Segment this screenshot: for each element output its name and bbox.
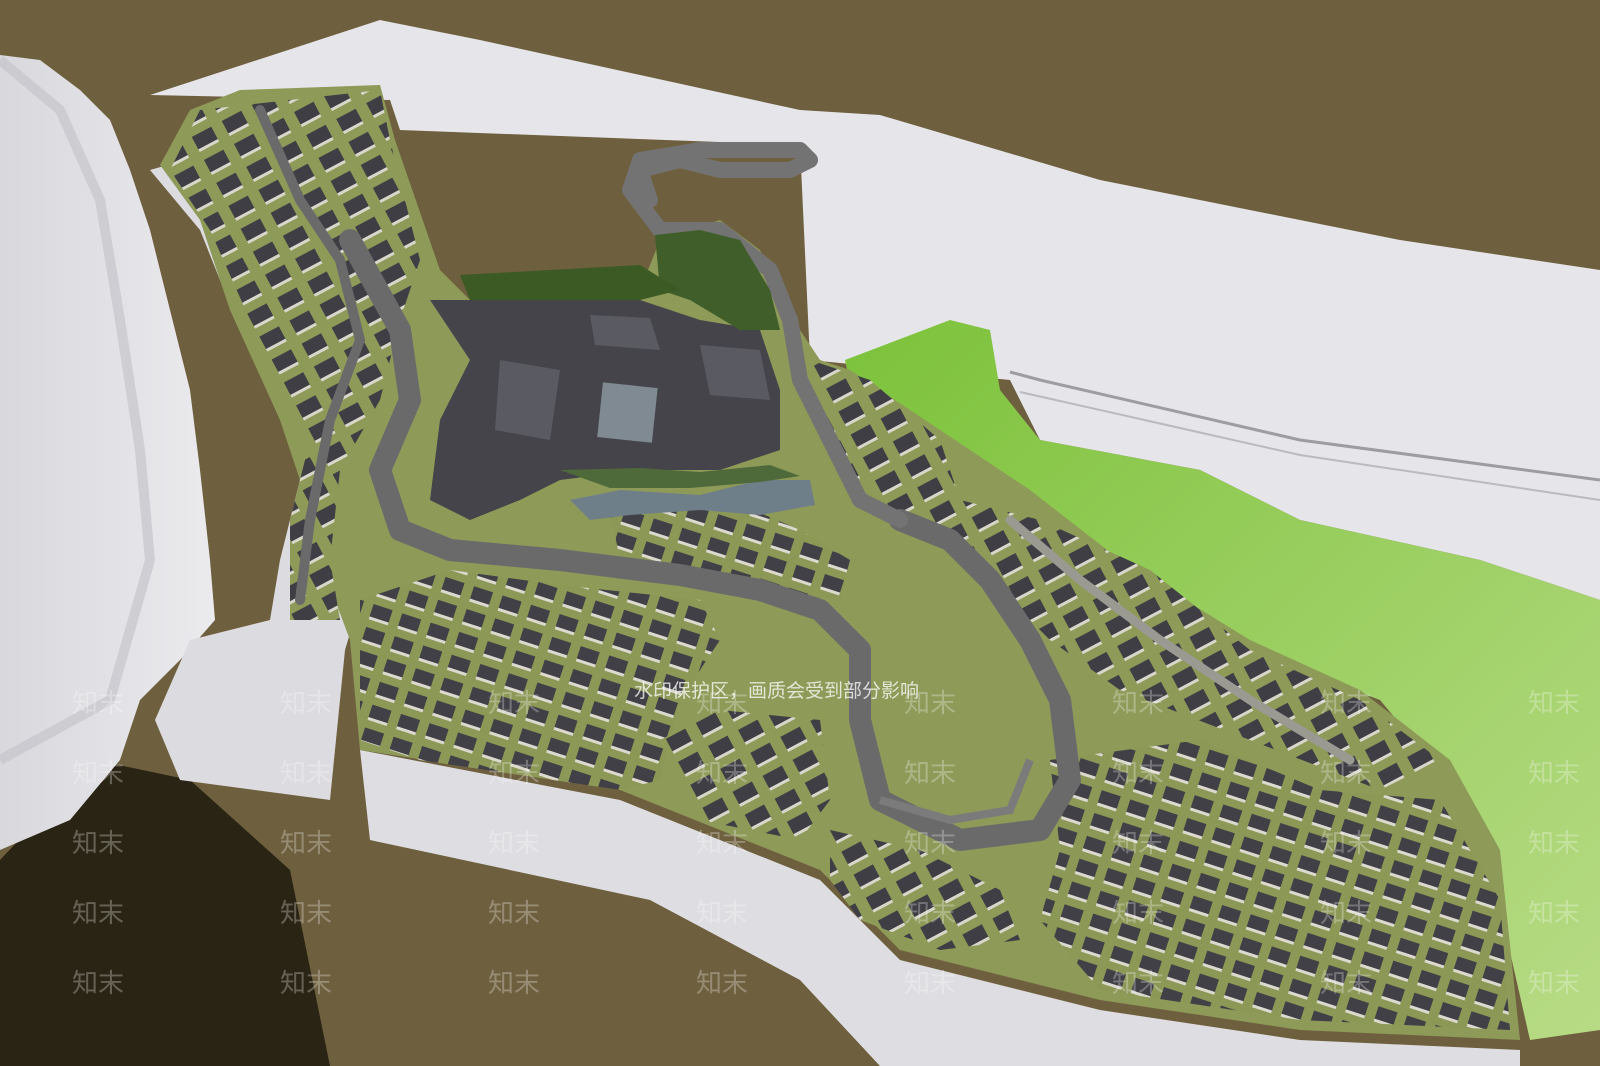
watermark-brand: 知末 <box>696 759 748 789</box>
watermark-brand: 知末 <box>72 899 124 929</box>
watermark-brand: 知末 <box>904 689 956 719</box>
watermark-brand: 知末 <box>1320 759 1372 789</box>
watermark-brand: 知末 <box>1112 969 1164 999</box>
watermark-brand: 知末 <box>904 759 956 789</box>
watermark-brand: 知末 <box>1320 829 1372 859</box>
watermark-brand: 知末 <box>1528 899 1580 929</box>
watermark-brand: 知末 <box>280 899 332 929</box>
watermark-brand: 知末 <box>1320 899 1372 929</box>
watermark-brand: 知末 <box>280 689 332 719</box>
watermark-brand: 知末 <box>280 759 332 789</box>
watermark-brand: 知末 <box>904 829 956 859</box>
watermark-brand: 知末 <box>1528 829 1580 859</box>
watermark-brand: 知末 <box>488 689 540 719</box>
watermark-brand: 知末 <box>1112 689 1164 719</box>
watermark-banner: 水印保护区，画质会受到部分影响 <box>634 680 919 702</box>
watermark-brand: 知末 <box>1112 759 1164 789</box>
watermark-brand: 知末 <box>696 829 748 859</box>
watermark-brand: 知末 <box>488 969 540 999</box>
watermark-notice: 水印保护区，画质会受到部分影响 <box>634 680 919 702</box>
watermark-brand: 知末 <box>696 969 748 999</box>
aerial-site-render: 水印保护区，画质会受到部分影响 知末 知末 知末 知末 知末 知末 知末 知末知末 知末 知末 知末… <box>0 0 1600 1066</box>
watermark-brand: 知末 <box>1528 689 1580 719</box>
watermark-brand: 知末 <box>1112 829 1164 859</box>
watermark-brand: 知末 <box>280 969 332 999</box>
watermark-brand: 知末 <box>488 759 540 789</box>
watermark-brand: 知末 <box>72 829 124 859</box>
watermark-brand: 知末 <box>1320 969 1372 999</box>
clubhouse-courtyard-glass <box>597 382 658 443</box>
watermark-brand: 知末 <box>1528 759 1580 789</box>
watermark-brand: 知末 <box>72 759 124 789</box>
watermark-brand: 知末 <box>904 899 956 929</box>
watermark-brand: 知末 <box>488 899 540 929</box>
watermark-brand: 知末 <box>280 829 332 859</box>
watermark-brand: 知末 <box>1320 689 1372 719</box>
watermark-brand: 知末 <box>696 899 748 929</box>
watermark-brand: 知末 <box>904 969 956 999</box>
watermark-brand: 知末 <box>72 969 124 999</box>
watermark-brand: 知末 <box>72 689 124 719</box>
watermark-brand: 知末 <box>488 829 540 859</box>
watermark-brand: 知末 <box>1528 969 1580 999</box>
watermark-brand: 知末 <box>1112 899 1164 929</box>
watermark-brand: 知末 <box>696 689 748 719</box>
